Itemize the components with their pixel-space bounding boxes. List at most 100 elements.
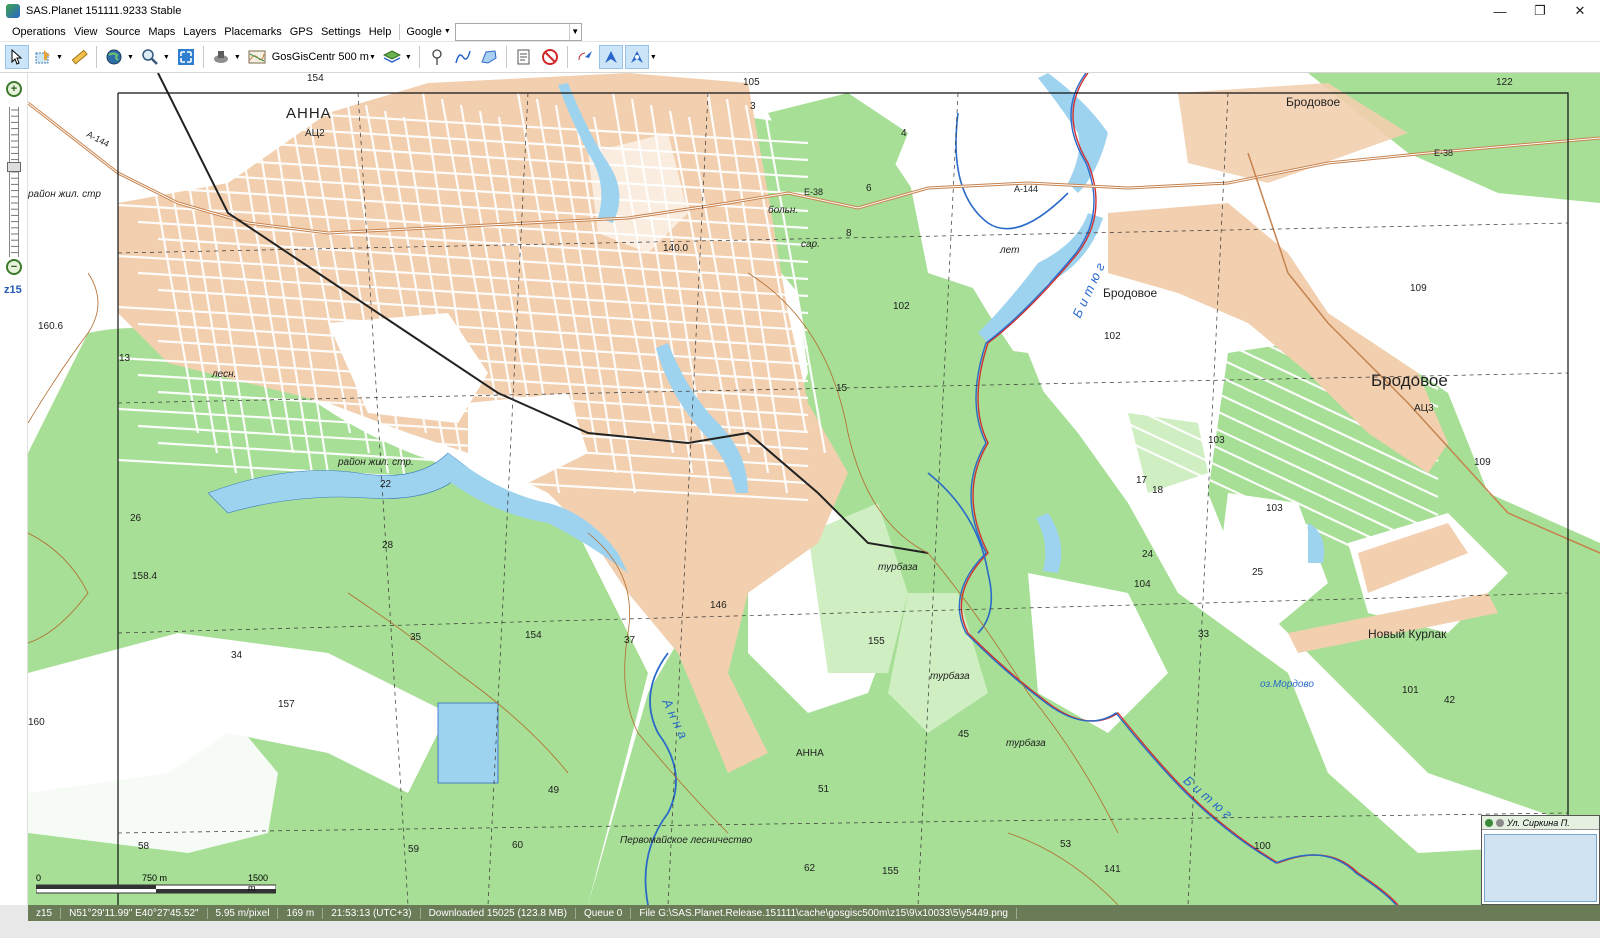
menu-bar: Operations View Source Maps Layers Place… — [0, 22, 1600, 42]
menu-help[interactable]: Help — [365, 26, 396, 38]
label-road-e38-1: Е-38 — [804, 187, 824, 197]
elevation-label: 102 — [1104, 331, 1121, 342]
search-provider-select[interactable]: Google ▼ — [406, 26, 450, 38]
gps-track-icon — [604, 51, 617, 63]
label-road-e38-2: Е-38 — [1434, 148, 1454, 158]
status-time: 21:53:13 (UTC+3) — [323, 907, 421, 919]
mini-map-header: Ул. Сиркина П. — [1482, 816, 1599, 830]
zoom-out-icon[interactable]: − — [6, 259, 22, 275]
layer-label[interactable]: GosGisCentr 500 m — [272, 51, 369, 63]
zoom-ticks — [11, 109, 19, 254]
gps-center-button[interactable] — [624, 45, 649, 69]
menu-view[interactable]: View — [70, 26, 102, 38]
menu-source[interactable]: Source — [101, 26, 144, 38]
chevron-down-icon[interactable]: ▼ — [56, 54, 63, 61]
chevron-down-icon[interactable]: ▼ — [405, 54, 412, 61]
zoom-slider-thumb[interactable] — [7, 162, 21, 172]
elevation-label: 155 — [882, 866, 899, 877]
elevation-label: 109 — [1474, 457, 1491, 468]
window-title: SAS.Planet 151111.9233 Stable — [26, 5, 182, 17]
elevation-label: 103 — [1208, 435, 1225, 446]
topographic-map — [28, 73, 1600, 905]
minimize-button[interactable]: — — [1480, 0, 1520, 22]
satellite-icon — [213, 51, 228, 63]
label-camp-1: турбаза — [878, 562, 918, 573]
minimap-minus-icon[interactable] — [1496, 818, 1504, 827]
elevation-label: 22 — [380, 479, 392, 490]
main-toolbar: ▼ ▼ ▼ ▼ GosGisCentr 500 m ▼ ▼ ▼ — [0, 42, 1600, 73]
add-placemark-button[interactable] — [425, 45, 449, 69]
status-downloaded: Downloaded 15025 (123.8 MB) — [421, 907, 576, 919]
elevation-label: 105 — [743, 77, 760, 88]
minimap-plus-icon[interactable] — [1485, 818, 1493, 827]
menu-maps[interactable]: Maps — [144, 26, 179, 38]
elevation-label: 158.4 — [132, 571, 158, 582]
chevron-down-icon[interactable]: ▼ — [127, 54, 134, 61]
map-viewport[interactable]: АННА АЦ2 район жил. стр район жил. стр. … — [28, 73, 1600, 905]
add-polygon-button[interactable] — [477, 45, 501, 69]
elevation-label: 42 — [1444, 695, 1456, 706]
elevation-label: 60 — [512, 840, 524, 851]
chevron-down-icon[interactable]: ▼ — [163, 54, 170, 61]
menu-settings[interactable]: Settings — [317, 26, 365, 38]
chevron-down-icon[interactable]: ▼ — [568, 23, 581, 40]
status-bar: z15 N51°29'11.99" E40°27'45.52" 5.95 m/p… — [0, 905, 1600, 938]
elevation-label: 101 — [1402, 685, 1419, 696]
map-layer-button[interactable] — [245, 45, 269, 69]
placemark-icon — [432, 49, 442, 65]
ruler-button[interactable] — [67, 45, 91, 69]
label-forest-house: лесн. — [212, 369, 237, 380]
label-district-2: район жил. стр. — [338, 457, 414, 468]
polygon-icon — [481, 50, 497, 64]
satellite-layer-button[interactable] — [209, 45, 233, 69]
select-area-icon — [35, 50, 50, 64]
zoom-in-icon[interactable]: + — [6, 81, 22, 97]
elevation-label: 155 — [868, 636, 885, 647]
menu-layers[interactable]: Layers — [179, 26, 220, 38]
label-ats3: АЦ3 — [1414, 403, 1434, 414]
globe-icon — [106, 49, 122, 65]
elevation-label: 146 — [710, 600, 727, 611]
chevron-down-icon[interactable]: ▼ — [234, 54, 241, 61]
elevation-label: 62 — [804, 863, 816, 874]
delete-placemarks-button[interactable] — [538, 45, 562, 69]
zoom-level-label: z15 — [4, 284, 22, 296]
label-brodovoe-3: Бродовое — [1371, 371, 1448, 390]
chevron-down-icon[interactable]: ▼ — [650, 54, 657, 61]
overlay-layers-button[interactable] — [380, 45, 404, 69]
elevation-label: 154 — [307, 73, 324, 84]
add-path-button[interactable] — [451, 45, 475, 69]
label-camp-2: турбаза — [930, 671, 970, 682]
search-input[interactable]: ▼ — [454, 22, 582, 41]
gps-connect-button[interactable] — [573, 45, 597, 69]
maximize-button[interactable]: ❐ — [1520, 0, 1560, 22]
mini-map-label: Ул. Сиркина П. — [1507, 817, 1570, 828]
chevron-down-icon[interactable]: ▼ — [369, 54, 376, 61]
status-coordinates: N51°29'11.99" E40°27'45.52" — [61, 907, 208, 919]
toolbar-separator — [505, 46, 507, 68]
status-elevation: 169 m — [278, 907, 324, 919]
menu-gps[interactable]: GPS — [286, 26, 317, 38]
mini-map-viewport[interactable] — [1484, 834, 1597, 902]
menu-placemarks[interactable]: Placemarks — [220, 26, 285, 38]
label-ats2: АЦ2 — [305, 128, 325, 139]
mini-map[interactable]: Ул. Сиркина П. — [1481, 815, 1600, 905]
label-summer: лет — [1000, 245, 1020, 256]
menu-operations[interactable]: Operations — [8, 26, 70, 38]
map-type-button[interactable] — [102, 45, 126, 69]
pointer-tool-button[interactable] — [5, 45, 29, 69]
fullscreen-icon — [177, 49, 194, 65]
label-road-a144-2: А-144 — [1014, 184, 1039, 194]
gps-track-button[interactable] — [598, 45, 623, 69]
elevation-label: 17 — [1136, 475, 1148, 486]
scale-ruler: 0 750 m 1500 m — [35, 873, 277, 895]
elevation-label: 6 — [866, 183, 872, 194]
title-bar: SAS.Planet 151111.9233 Stable — ❐ ✕ — [0, 0, 1600, 22]
zoom-tool-button[interactable] — [138, 45, 162, 69]
zoom-slider-track[interactable] — [9, 107, 19, 257]
close-button[interactable]: ✕ — [1560, 0, 1600, 22]
fullscreen-button[interactable] — [174, 45, 198, 69]
elevation-label: 37 — [624, 635, 636, 646]
select-region-button[interactable] — [31, 45, 55, 69]
placemark-list-button[interactable] — [512, 45, 536, 69]
